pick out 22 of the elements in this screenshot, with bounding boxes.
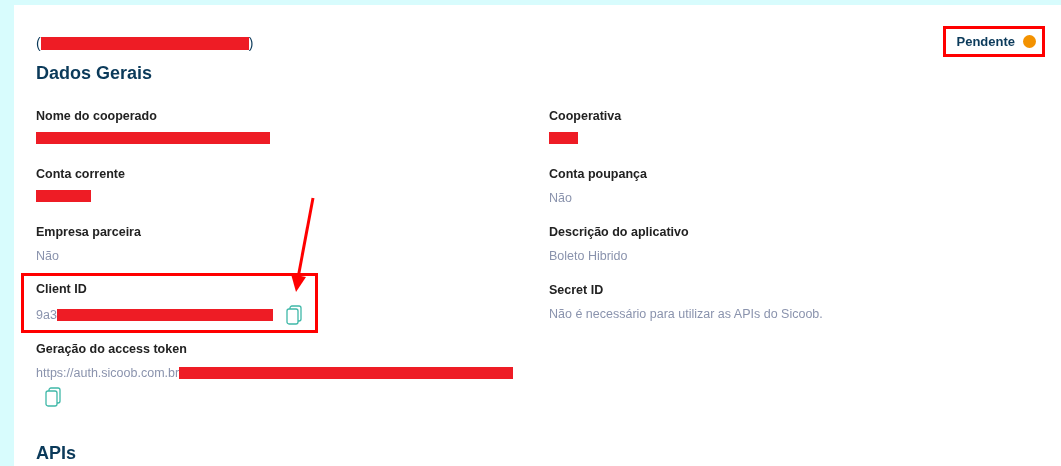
- copy-icon[interactable]: [44, 387, 62, 407]
- field-value: Não é necessário para utilizar as APIs do Sicoob.: [549, 306, 823, 322]
- paren-text: ): [248, 35, 254, 51]
- field-label: Client ID: [36, 281, 88, 297]
- field-label: Conta corrente: [36, 166, 125, 182]
- field-value: https://auth.sicoob.com.br: [36, 365, 180, 381]
- field-label: Cooperativa: [549, 108, 622, 124]
- status-label: Pendente: [956, 34, 1015, 49]
- field-label: Descrição do aplicativo: [549, 224, 689, 240]
- field-label: Secret ID: [549, 282, 605, 298]
- section-title: APIs: [36, 442, 77, 465]
- field-value: Não: [549, 190, 572, 206]
- section-title: Dados Gerais: [36, 62, 154, 85]
- field-value: Não: [36, 248, 59, 264]
- field-value: 9a3: [36, 307, 57, 323]
- field-label: Geração do access token: [36, 341, 188, 357]
- field-label: Empresa parceira: [36, 224, 141, 240]
- paren-text: (: [36, 35, 41, 51]
- copy-icon[interactable]: [284, 305, 303, 325]
- field-label: Conta poupança: [549, 166, 647, 182]
- field-label: Nome do cooperado: [36, 108, 158, 124]
- field-value: Boleto Hibrido: [549, 248, 628, 264]
